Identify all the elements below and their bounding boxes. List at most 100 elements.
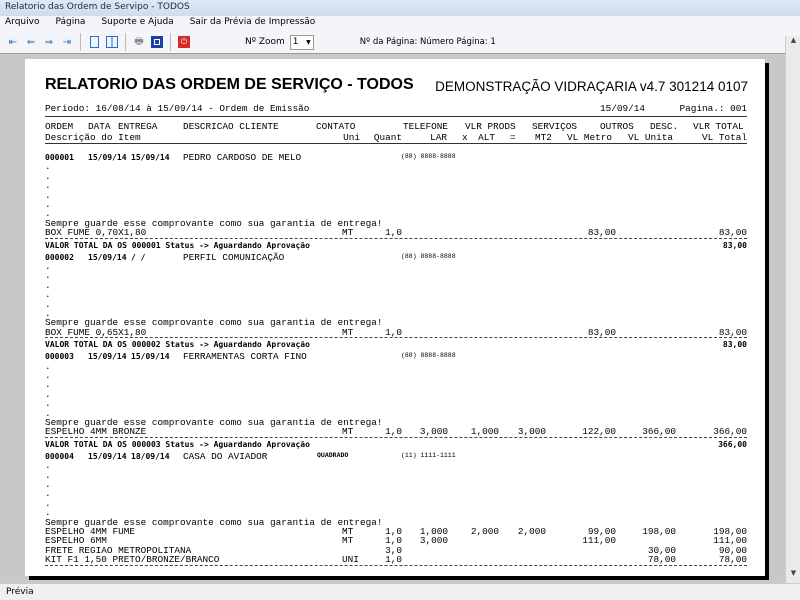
divider: [125, 33, 126, 51]
header-cliente: DESCRICAO CLIENTE: [183, 121, 279, 132]
item-quant: 1,0: [385, 326, 402, 338]
header-uni: Uni: [343, 132, 360, 143]
order-phone: (88) 8888-8888: [401, 153, 456, 160]
order-contact: QUADRADO: [317, 450, 349, 459]
header-vlr_prods: VLR PRODS: [465, 121, 516, 132]
order-total-label: VALOR TOTAL DA OS 000003 Status -> Aguar…: [45, 439, 310, 449]
item-description: BOX FUME 0,65X1,80: [45, 326, 147, 338]
header-descricao: Descrição do Item: [45, 132, 141, 143]
vertical-scrollbar[interactable]: ▲ ▼: [785, 36, 800, 583]
divider: [45, 436, 747, 438]
report-page-number: Pagina.: 001: [679, 103, 747, 114]
order-client: FERRAMENTAS CORTA FINO: [183, 351, 307, 363]
two-page-icon[interactable]: [104, 34, 120, 50]
item-vl-unita: 198,00: [642, 526, 676, 537]
prev-page-icon[interactable]: ⇐: [23, 34, 39, 50]
item-alt: 1,000: [470, 426, 499, 438]
order-total-label: VALOR TOTAL DA OS 000002 Status -> Aguar…: [45, 340, 310, 350]
item-quant: 1,0: [385, 554, 402, 566]
item-vl-unita: 78,00: [647, 554, 676, 566]
next-page-icon[interactable]: ⇒: [41, 34, 57, 50]
order-date: 15/09/14: [88, 352, 127, 362]
header-data: DATA: [88, 121, 111, 132]
header-desc: DESC.: [650, 121, 679, 132]
order-delivery-date: 15/09/14: [131, 352, 170, 362]
divider: [45, 337, 747, 339]
report-page: RELATORIO DAS ORDEM DE SERVIÇO - TODOS D…: [25, 59, 765, 576]
order-delivery-date: / /: [131, 252, 146, 262]
header-eq: =: [510, 132, 516, 143]
header-quant: Quant: [373, 132, 402, 143]
report-period: Periodo: 16/08/14 à 15/09/14 - Ordem de …: [45, 103, 310, 114]
close-red-icon[interactable]: ⏻: [176, 34, 192, 50]
item-description: BOX FUME 0,70X1,80: [45, 227, 147, 239]
zoom-label: Nº Zoom: [245, 37, 285, 47]
item-vl-total: 366,00: [713, 426, 747, 438]
zoom-select[interactable]: 1 ▼: [289, 34, 314, 50]
header-vl_unita: VL Unita: [627, 132, 673, 143]
print-icon[interactable]: 🖶: [131, 34, 147, 50]
item-vl-metro: 111,00: [582, 535, 616, 547]
scroll-down-icon[interactable]: ▼: [786, 569, 800, 583]
menu-suporte[interactable]: Suporte e Ajuda: [98, 17, 176, 30]
item-unit: UNI: [342, 554, 359, 566]
header-servicos: SERVIÇOS: [532, 121, 578, 132]
item-alt: 2,000: [470, 526, 499, 537]
window-title: Relatorio das Ordem de Servipo - TODOS: [0, 0, 800, 16]
order-client: CASA DO AVIADOR: [183, 450, 268, 462]
zoom-value: 1: [292, 37, 299, 47]
chevron-down-icon: ▼: [306, 38, 311, 46]
order-total-label: VALOR TOTAL DA OS 000001 Status -> Aguar…: [45, 240, 310, 250]
export-icon[interactable]: [149, 34, 165, 50]
item-quant: 1,0: [385, 227, 402, 239]
divider: [45, 237, 747, 239]
item-vl-unita: 366,00: [642, 426, 676, 438]
order-delivery-date: 15/09/14: [131, 153, 170, 162]
toolbar: ⇤ ⇐ ⇒ ⇥ 🖶 ⏻ Nº Zoom 1 ▼ Nº da Página: Núm…: [0, 31, 800, 53]
order-total: 83,00: [722, 340, 747, 350]
item-unit: MT: [342, 426, 354, 438]
item-unit: MT: [342, 326, 354, 338]
first-page-icon[interactable]: ⇤: [5, 34, 21, 50]
divider: [45, 116, 747, 117]
item-unit: MT: [342, 535, 354, 547]
header-telefone: TELEFONE: [403, 121, 449, 132]
item-vl-total: 78,00: [718, 554, 747, 566]
menu-bar: Arquivo Página Suporte e Ajuda Sair da P…: [0, 16, 800, 31]
header-vl_metro: VL Metro: [566, 132, 612, 143]
header-contato: CONTATO: [316, 121, 356, 132]
divider: [45, 564, 747, 566]
order-phone: (88) 8888-8888: [401, 352, 456, 360]
item-description: ESPELHO 4MM BRONZE: [45, 426, 147, 438]
single-page-icon[interactable]: [86, 34, 102, 50]
order-phone: (11) 1111-1111: [401, 451, 456, 459]
order-date: 15/09/14: [88, 451, 127, 461]
menu-arquivo[interactable]: Arquivo: [2, 17, 42, 30]
item-mt2: 3,000: [517, 426, 546, 438]
item-mt2: 2,000: [517, 526, 546, 537]
item-vl-metro: 83,00: [587, 227, 616, 239]
item-vl-total: 83,00: [718, 227, 747, 239]
report-title: RELATORIO DAS ORDEM DE SERVIÇO - TODOS: [45, 76, 414, 93]
order-phone: (88) 8888-8888: [401, 252, 456, 260]
last-page-icon[interactable]: ⇥: [59, 34, 75, 50]
page-number-label: Nº da Página: Número Página: 1: [359, 37, 496, 47]
header-vlr_total: VLR TOTAL: [693, 121, 744, 132]
item-vl-metro: 122,00: [582, 426, 616, 438]
scroll-up-icon[interactable]: ▲: [786, 36, 800, 50]
order-client: PEDRO CARDOSO DE MELO: [183, 152, 302, 163]
header-outros: OUTROS: [600, 121, 634, 132]
item-unit: MT: [342, 227, 354, 239]
divider: [80, 33, 81, 51]
order-total: 83,00: [722, 240, 747, 250]
preview-area: RELATORIO DAS ORDEM DE SERVIÇO - TODOS D…: [0, 53, 785, 583]
order-date: 15/09/14: [88, 153, 127, 162]
order-client: PERFIL COMUNICAÇÃO: [183, 251, 285, 263]
status-bar: Prévia: [0, 583, 800, 600]
menu-pagina[interactable]: Página: [52, 17, 88, 30]
item-quant: 1,0: [385, 426, 402, 438]
menu-sair-previa[interactable]: Sair da Prévia de Impressão: [187, 17, 319, 30]
header-entrega: ENTREGA: [118, 121, 158, 132]
order-delivery-date: 18/09/14: [131, 451, 170, 461]
report-date: 15/09/14: [600, 103, 646, 114]
